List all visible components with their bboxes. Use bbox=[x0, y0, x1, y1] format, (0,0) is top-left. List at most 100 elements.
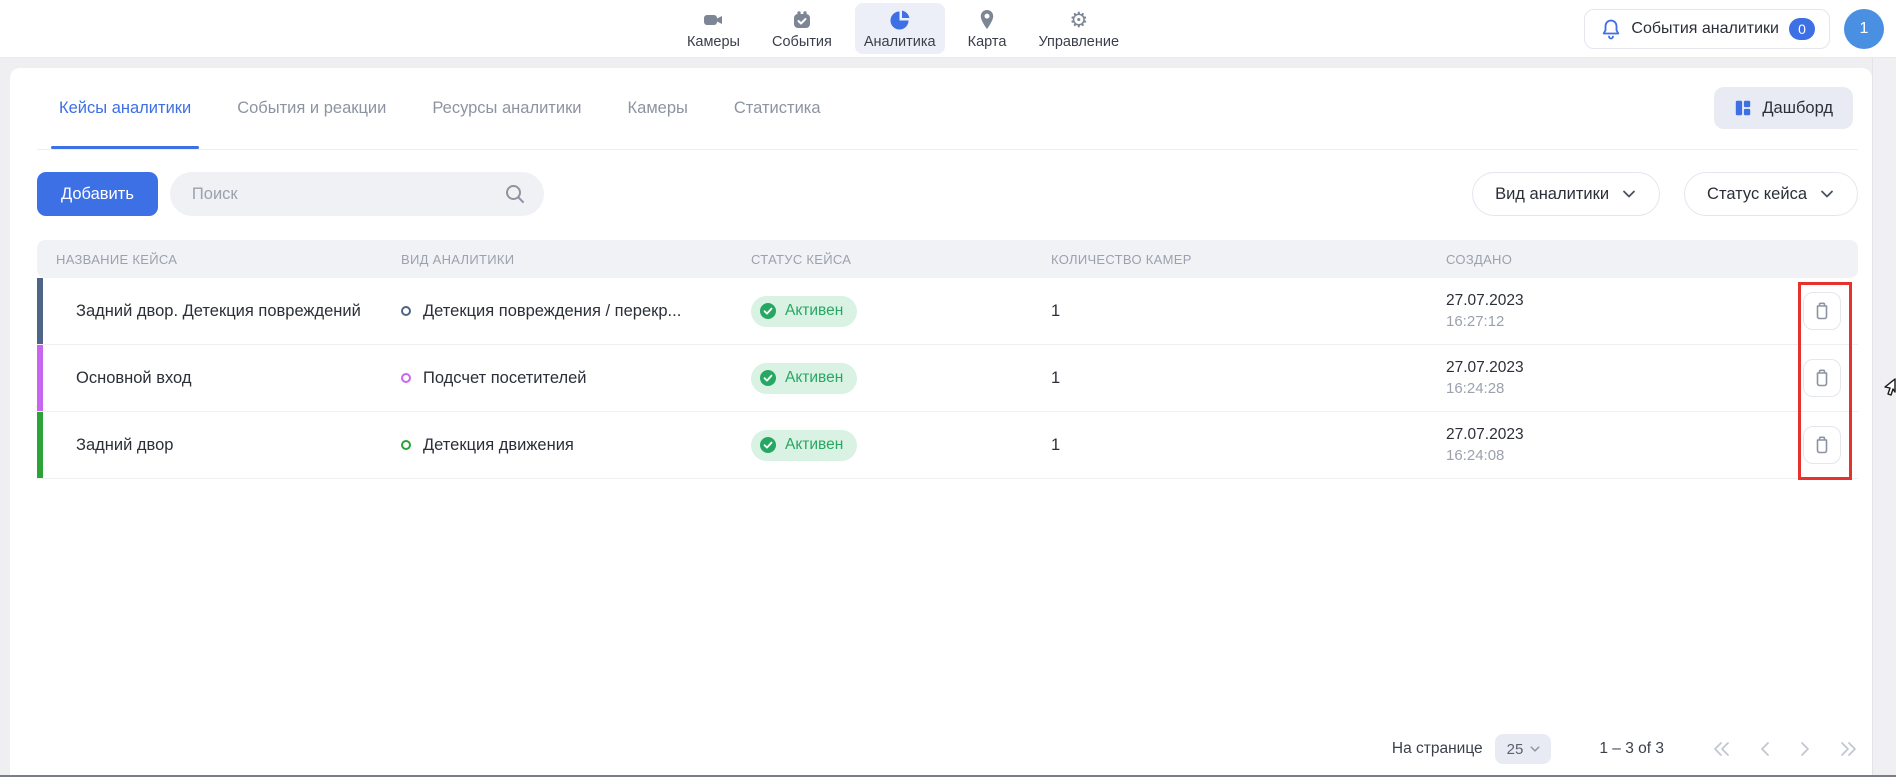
per-page-value: 25 bbox=[1507, 741, 1524, 758]
analytics-type-label: Подсчет посетителей bbox=[423, 369, 587, 388]
cameras-count: 1 bbox=[1032, 369, 1427, 388]
search-box[interactable] bbox=[170, 172, 544, 216]
trash-icon bbox=[1813, 368, 1831, 388]
cases-table: НАЗВАНИЕ КЕЙСА ВИД АНАЛИТИКИ СТАТУС КЕЙС… bbox=[37, 240, 1858, 479]
nav-item-events[interactable]: События bbox=[763, 3, 841, 54]
cameras-count: 1 bbox=[1032, 436, 1427, 455]
status-label: Активен bbox=[785, 369, 843, 387]
scrollbar-track[interactable] bbox=[1872, 58, 1896, 777]
per-page-select[interactable]: 25 bbox=[1495, 734, 1552, 764]
actions-cell bbox=[1757, 426, 1858, 464]
analytics-type-label: Детекция повреждения / перекр... bbox=[423, 302, 681, 321]
delete-case-button[interactable] bbox=[1803, 292, 1841, 330]
analytics-type-icon bbox=[401, 373, 411, 383]
nav-item-analytics[interactable]: Аналитика bbox=[855, 3, 945, 54]
nav-item-management[interactable]: ⚙ Управление bbox=[1029, 3, 1128, 54]
top-navigation-bar: Камеры События Аналитика Карта ⚙ Управле… bbox=[0, 0, 1896, 58]
analytics-type-label: Детекция движения bbox=[423, 436, 574, 455]
created-cell: 27.07.2023 16:24:28 bbox=[1427, 359, 1757, 397]
analytics-type-cell: Детекция движения bbox=[382, 436, 732, 455]
dashboard-grid-icon bbox=[1734, 99, 1752, 117]
map-pin-icon bbox=[975, 8, 999, 32]
actions-cell bbox=[1757, 292, 1858, 330]
per-page-control: На странице 25 bbox=[1392, 734, 1551, 764]
tab-cameras[interactable]: Камеры bbox=[626, 69, 690, 148]
chevron-left-icon bbox=[1758, 741, 1772, 757]
cameras-count: 1 bbox=[1032, 302, 1427, 321]
table-row[interactable]: Задний двор. Детекция повреждений Детекц… bbox=[37, 278, 1858, 345]
created-date: 27.07.2023 bbox=[1446, 359, 1524, 377]
nav-item-label: Аналитика bbox=[864, 34, 936, 50]
calendar-check-icon bbox=[790, 8, 814, 32]
tabs: Кейсы аналитики События и реакции Ресурс… bbox=[57, 69, 823, 148]
analytics-type-cell: Детекция повреждения / перекр... bbox=[382, 302, 732, 321]
check-circle-icon bbox=[759, 302, 777, 320]
events-count-badge: 0 bbox=[1789, 18, 1815, 40]
chevron-down-icon bbox=[1621, 186, 1637, 202]
analytics-page-card: Кейсы аналитики События и реакции Ресурс… bbox=[10, 68, 1872, 777]
pager-buttons bbox=[1712, 741, 1858, 757]
bell-icon bbox=[1601, 18, 1621, 40]
header-analytics-type: ВИД АНАЛИТИКИ bbox=[382, 252, 732, 267]
next-page-button[interactable] bbox=[1798, 741, 1812, 757]
trash-icon bbox=[1813, 435, 1831, 455]
header-case-status: СТАТУС КЕЙСА bbox=[732, 252, 1032, 267]
nav-item-cameras[interactable]: Камеры bbox=[678, 3, 749, 54]
dashboard-button-label: Дашборд bbox=[1762, 99, 1833, 118]
table-row[interactable]: Основной вход Подсчет посетителей Активе… bbox=[37, 345, 1858, 412]
created-date: 27.07.2023 bbox=[1446, 426, 1524, 444]
double-chevron-right-icon bbox=[1838, 741, 1858, 757]
delete-case-button[interactable] bbox=[1803, 359, 1841, 397]
created-cell: 27.07.2023 16:27:12 bbox=[1427, 292, 1757, 330]
analytics-type-filter[interactable]: Вид аналитики bbox=[1472, 172, 1660, 216]
prev-page-button[interactable] bbox=[1758, 741, 1772, 757]
check-circle-icon bbox=[759, 436, 777, 454]
pie-chart-icon bbox=[888, 8, 912, 32]
tab-analytics-resources[interactable]: Ресурсы аналитики bbox=[430, 69, 583, 148]
nav-item-map[interactable]: Карта bbox=[959, 3, 1016, 54]
created-time: 16:24:08 bbox=[1446, 447, 1504, 464]
row-accent-bar bbox=[37, 412, 43, 478]
status-label: Активен bbox=[785, 436, 843, 454]
first-page-button[interactable] bbox=[1712, 741, 1732, 757]
created-date: 27.07.2023 bbox=[1446, 292, 1524, 310]
header-created: СОЗДАНО bbox=[1427, 252, 1757, 267]
add-case-button[interactable]: Добавить bbox=[37, 172, 158, 216]
camera-icon bbox=[701, 8, 725, 32]
analytics-type-icon bbox=[401, 440, 411, 450]
nav-item-label: Управление bbox=[1038, 34, 1119, 50]
pagination-footer: На странице 25 1 – 3 of 3 bbox=[37, 729, 1858, 769]
search-input[interactable] bbox=[192, 185, 504, 204]
user-avatar[interactable]: 1 bbox=[1844, 9, 1884, 49]
delete-case-button[interactable] bbox=[1803, 426, 1841, 464]
status-badge: Активен bbox=[751, 430, 857, 461]
table-row[interactable]: Задний двор Детекция движения Активен 1 … bbox=[37, 412, 1858, 479]
created-time: 16:27:12 bbox=[1446, 313, 1504, 330]
last-page-button[interactable] bbox=[1838, 741, 1858, 757]
chevron-down-icon bbox=[1819, 186, 1835, 202]
dashboard-button[interactable]: Дашборд bbox=[1714, 87, 1853, 129]
table-header-row: НАЗВАНИЕ КЕЙСА ВИД АНАЛИТИКИ СТАТУС КЕЙС… bbox=[37, 240, 1858, 278]
main-nav: Камеры События Аналитика Карта ⚙ Управле… bbox=[678, 3, 1128, 54]
status-badge: Активен bbox=[751, 363, 857, 394]
analytics-events-button[interactable]: События аналитики 0 bbox=[1584, 9, 1830, 49]
actions-cell bbox=[1757, 359, 1858, 397]
nav-item-label: События bbox=[772, 34, 832, 50]
tab-events-reactions[interactable]: События и реакции bbox=[235, 69, 388, 148]
case-status-filter[interactable]: Статус кейса bbox=[1684, 172, 1858, 216]
chevron-down-icon bbox=[1529, 743, 1541, 755]
created-time: 16:24:28 bbox=[1446, 380, 1504, 397]
status-cell: Активен bbox=[732, 363, 1032, 394]
check-circle-icon bbox=[759, 369, 777, 387]
tab-statistics[interactable]: Статистика bbox=[732, 69, 823, 148]
status-label: Активен bbox=[785, 302, 843, 320]
search-icon bbox=[504, 183, 526, 205]
status-badge: Активен bbox=[751, 296, 857, 327]
created-cell: 27.07.2023 16:24:08 bbox=[1427, 426, 1757, 464]
header-case-name: НАЗВАНИЕ КЕЙСА bbox=[37, 252, 382, 267]
case-name: Задний двор bbox=[37, 436, 382, 455]
trash-icon bbox=[1813, 301, 1831, 321]
analytics-type-icon bbox=[401, 306, 411, 316]
tab-analytics-cases[interactable]: Кейсы аналитики bbox=[57, 69, 193, 148]
chevron-right-icon bbox=[1798, 741, 1812, 757]
